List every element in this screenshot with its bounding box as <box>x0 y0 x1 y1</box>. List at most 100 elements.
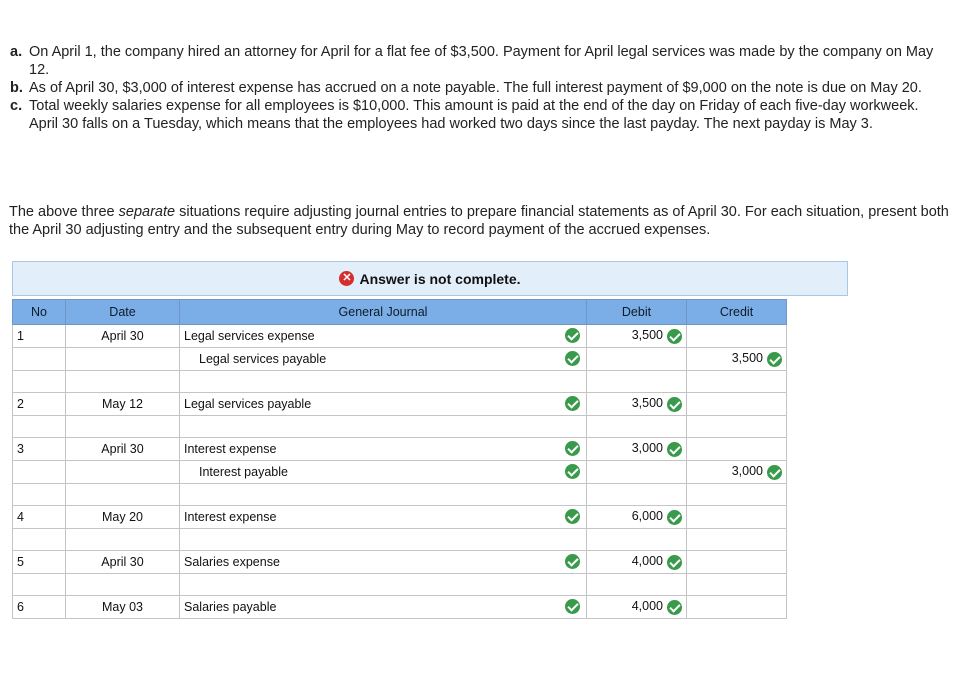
entry-date-cell[interactable] <box>65 347 180 371</box>
account-cell[interactable]: Interest expense <box>179 505 587 529</box>
blank-cell[interactable] <box>586 573 687 596</box>
entry-date-cell[interactable]: April 30 <box>65 550 180 574</box>
entry-date-cell[interactable]: April 30 <box>65 324 180 348</box>
table-row: 4 May 20 Interest expense 6,000 <box>12 505 787 529</box>
entry-date-cell[interactable]: May 03 <box>65 595 180 619</box>
entry-date-cell[interactable]: May 20 <box>65 505 180 529</box>
table-row: 3 April 30 Interest expense 3,000 <box>12 437 787 461</box>
check-circle-icon <box>667 599 682 615</box>
entry-number: 2 <box>12 392 66 416</box>
check-circle-icon <box>667 441 682 457</box>
check-circle-icon <box>565 554 580 569</box>
credit-cell[interactable]: 3,000 <box>686 460 787 484</box>
debit-cell[interactable]: 3,500 <box>586 392 687 416</box>
blank-cell[interactable] <box>65 528 180 551</box>
entry-number: 5 <box>12 550 66 574</box>
credit-cell[interactable] <box>686 595 787 619</box>
blank-cell[interactable] <box>179 528 587 551</box>
table-row: 6 May 03 Salaries payable 4,000 <box>12 595 787 619</box>
account-cell[interactable]: Legal services payable <box>179 392 587 416</box>
entry-date-cell[interactable]: April 30 <box>65 437 180 461</box>
blank-cell[interactable] <box>686 573 787 596</box>
blank-cell[interactable] <box>179 415 587 438</box>
blank-cell[interactable] <box>686 370 787 393</box>
credit-cell[interactable] <box>686 392 787 416</box>
account-cell[interactable]: Salaries payable <box>179 595 587 619</box>
check-circle-icon <box>667 554 682 570</box>
journal-body: 1 April 30 Legal services expense 3,500 Lega… <box>12 324 787 619</box>
debit-cell[interactable]: 4,000 <box>586 595 687 619</box>
x-circle-icon: ✕ <box>339 271 355 286</box>
check-circle-icon <box>565 351 580 366</box>
blank-cell <box>12 415 66 438</box>
debit-cell[interactable]: 3,000 <box>586 437 687 461</box>
credit-cell[interactable] <box>686 550 787 574</box>
entry-date-cell[interactable]: May 12 <box>65 392 180 416</box>
blank-cell <box>12 370 66 393</box>
account-cell[interactable]: Interest expense <box>179 437 587 461</box>
header-no: No <box>12 299 66 325</box>
credit-cell[interactable]: 3,500 <box>686 347 787 371</box>
blank-row <box>12 415 787 438</box>
header-date: Date <box>65 299 180 325</box>
table-row: 2 May 12 Legal services payable 3,500 <box>12 392 787 416</box>
blank-cell[interactable] <box>65 483 180 506</box>
instructions-text-start: The above three <box>9 204 119 220</box>
account-cell[interactable]: Legal services payable <box>179 347 587 371</box>
entry-number <box>12 347 66 371</box>
header-credit: Credit <box>686 299 787 325</box>
credit-cell[interactable] <box>686 505 787 529</box>
debit-cell[interactable]: 4,000 <box>586 550 687 574</box>
answer-status-text: Answer is not complete. <box>359 270 521 287</box>
entry-number: 4 <box>12 505 66 529</box>
blank-cell[interactable] <box>686 483 787 506</box>
blank-row <box>12 483 787 506</box>
blank-row <box>12 370 787 393</box>
check-circle-icon <box>767 464 782 480</box>
blank-cell[interactable] <box>65 370 180 393</box>
blank-cell[interactable] <box>179 573 587 596</box>
debit-cell[interactable] <box>586 347 687 371</box>
blank-cell[interactable] <box>179 483 587 506</box>
debit-amount: 6,000 <box>631 509 663 524</box>
debit-cell[interactable] <box>586 460 687 484</box>
item-text: As of April 30, $3,000 of interest expen… <box>29 80 922 96</box>
account-cell[interactable]: Legal services expense <box>179 324 587 348</box>
blank-cell[interactable] <box>179 370 587 393</box>
check-circle-icon <box>565 599 580 614</box>
problem-item-b: b. As of April 30, $3,000 of interest ex… <box>10 79 950 97</box>
debit-cell[interactable]: 6,000 <box>586 505 687 529</box>
credit-cell[interactable] <box>686 324 787 348</box>
account-name: Interest expense <box>184 442 277 456</box>
header-debit: Debit <box>586 299 687 325</box>
blank-cell[interactable] <box>586 528 687 551</box>
blank-cell <box>12 573 66 596</box>
credit-cell[interactable] <box>686 437 787 461</box>
account-name: Salaries expense <box>184 555 280 569</box>
debit-amount: 4,000 <box>631 599 663 614</box>
blank-cell[interactable] <box>586 370 687 393</box>
blank-cell[interactable] <box>686 415 787 438</box>
check-circle-icon <box>565 464 580 479</box>
instructions: The above three separate situations requ… <box>9 203 954 239</box>
item-letter: c. <box>10 98 23 114</box>
table-row: Interest payable 3,000 <box>12 460 787 484</box>
account-cell[interactable]: Salaries expense <box>179 550 587 574</box>
entry-number <box>12 460 66 484</box>
problem-item-a: a. On April 1, the company hired an atto… <box>10 43 950 79</box>
debit-cell[interactable]: 3,500 <box>586 324 687 348</box>
table-header-row: No Date General Journal Debit Credit <box>12 299 787 325</box>
account-cell[interactable]: Interest payable <box>179 460 587 484</box>
blank-cell[interactable] <box>686 528 787 551</box>
problem-item-c: c. Total weekly salaries expense for all… <box>10 97 950 133</box>
blank-cell[interactable] <box>586 415 687 438</box>
check-circle-icon <box>565 509 580 524</box>
blank-cell[interactable] <box>65 573 180 596</box>
header-general-journal: General Journal <box>179 299 587 325</box>
entry-date-cell[interactable] <box>65 460 180 484</box>
table-row: 5 April 30 Salaries expense 4,000 <box>12 550 787 574</box>
check-circle-icon <box>767 351 782 367</box>
entry-number: 3 <box>12 437 66 461</box>
blank-cell[interactable] <box>586 483 687 506</box>
blank-cell[interactable] <box>65 415 180 438</box>
